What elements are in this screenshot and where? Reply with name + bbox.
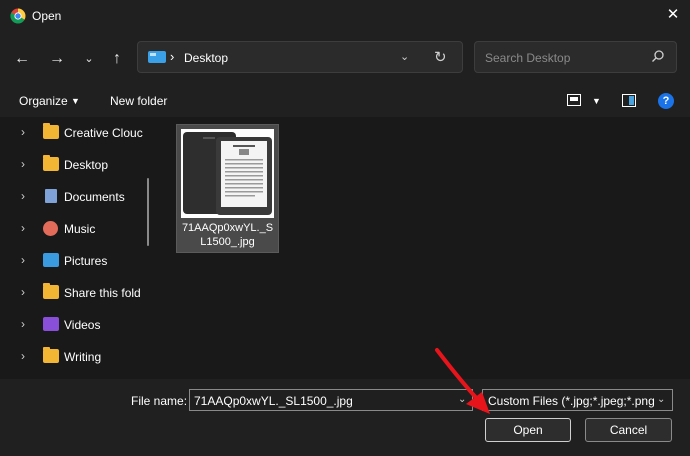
organize-button[interactable]: Organize (19, 94, 68, 108)
documents-icon (45, 189, 57, 203)
title-bar (0, 0, 690, 32)
chevron-down-icon[interactable]: ⌄ (400, 50, 409, 63)
close-icon[interactable]: ✕ (664, 6, 682, 24)
open-button[interactable]: Open (485, 418, 571, 442)
chevron-right-icon[interactable]: › (21, 221, 25, 235)
breadcrumb-desktop[interactable]: Desktop (184, 51, 228, 65)
breadcrumb-separator: › (170, 49, 175, 64)
image-thumbnail (181, 129, 274, 218)
file-name-field[interactable]: 71AAQp0xwYL._SL1500_.jpg ⌄ (189, 389, 473, 411)
file-type-select[interactable]: Custom Files (*.jpg;*.jpeg;*.png ⌄ (482, 389, 673, 411)
help-icon[interactable]: ? (658, 93, 674, 109)
caret-down-icon[interactable]: ▼ (71, 96, 80, 106)
file-name-field-label: File name: (131, 394, 188, 408)
sidebar-item-desktop[interactable]: › Desktop (0, 151, 150, 179)
chevron-right-icon[interactable]: › (21, 349, 25, 363)
sidebar-scrollbar[interactable] (147, 178, 149, 246)
sidebar-item-videos[interactable]: › Videos (0, 311, 150, 339)
folder-icon (43, 123, 59, 139)
arrow-up-icon[interactable]: ↑ (106, 48, 128, 70)
search-input[interactable]: Search Desktop (474, 41, 677, 73)
chevron-right-icon[interactable]: › (21, 253, 25, 267)
sidebar-item-documents[interactable]: › Documents (0, 183, 150, 211)
arrow-right-icon[interactable]: → (46, 48, 68, 70)
sidebar-item-music[interactable]: › Music (0, 215, 150, 243)
chrome-icon (10, 8, 26, 24)
chevron-right-icon[interactable]: › (21, 317, 25, 331)
caret-down-icon[interactable]: ▼ (592, 96, 601, 106)
sidebar-item-label: Desktop (64, 158, 109, 172)
file-item[interactable]: 71AAQp0xwYL._SL1500_.jpg (176, 124, 279, 253)
chevron-right-icon[interactable]: › (21, 285, 25, 299)
sidebar-item-label: Videos (64, 318, 101, 332)
sidebar-item-label: Writing (64, 350, 102, 364)
refresh-icon[interactable]: ↻ (434, 48, 447, 66)
pictures-icon (43, 253, 59, 267)
file-name-label: 71AAQp0xwYL._SL1500_.jpg (181, 222, 274, 248)
search-icon (652, 50, 664, 62)
new-folder-button[interactable]: New folder (110, 94, 167, 108)
sidebar-item-writing[interactable]: › Writing (0, 343, 150, 371)
folder-icon (43, 347, 59, 363)
sidebar-item-pictures[interactable]: › Pictures (0, 247, 150, 275)
sidebar-item-creative-cloud[interactable]: › Creative Clouc (0, 119, 150, 147)
file-type-value: Custom Files (*.jpg;*.jpeg;*.png (488, 394, 654, 408)
sidebar-item-label: Pictures (64, 254, 108, 268)
sidebar-item-label: Documents (64, 190, 125, 204)
desktop-folder-icon (148, 51, 166, 63)
sidebar-item-label: Share this fold (64, 286, 141, 300)
videos-icon (43, 317, 59, 331)
chevron-down-icon[interactable]: ⌄ (78, 48, 100, 70)
folder-icon (43, 283, 59, 299)
chevron-right-icon[interactable]: › (21, 189, 25, 203)
cancel-button[interactable]: Cancel (585, 418, 672, 442)
sidebar-item-label: Music (64, 222, 96, 236)
chevron-right-icon[interactable]: › (21, 125, 25, 139)
arrow-left-icon[interactable]: ← (11, 48, 33, 70)
folder-icon (43, 155, 59, 171)
sidebar-item-label: Creative Clouc (64, 126, 143, 140)
chevron-right-icon[interactable]: › (21, 157, 25, 171)
chevron-down-icon[interactable]: ⌄ (458, 394, 466, 405)
address-bar[interactable]: › Desktop ⌄ ↻ (137, 41, 463, 73)
preview-pane-icon[interactable] (622, 94, 636, 107)
view-mode-icon[interactable] (567, 94, 581, 106)
search-placeholder: Search Desktop (485, 51, 571, 65)
chevron-down-icon[interactable]: ⌄ (657, 394, 665, 405)
file-name-value: 71AAQp0xwYL._SL1500_.jpg (194, 394, 353, 408)
music-icon (43, 221, 58, 236)
window-title: Open (32, 9, 62, 23)
sidebar-item-share[interactable]: › Share this fold (0, 279, 150, 307)
